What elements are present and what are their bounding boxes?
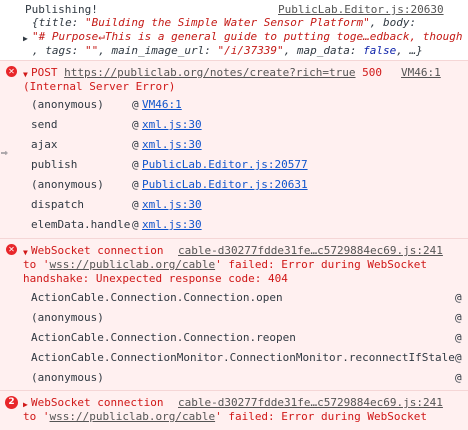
stack-at[interactable]: @ .	[455, 330, 468, 345]
stack-fn: dispatch	[31, 198, 84, 211]
stack-source-link[interactable]: xml.js:30	[142, 217, 202, 232]
stack-source-link[interactable]: xml.js:30	[142, 117, 202, 132]
stack-at[interactable]: @ .	[455, 350, 468, 365]
stack-fn: (anonymous)	[31, 371, 104, 384]
post-error-entry: ✕ ▼ POST https://publiclab.org/notes/cre…	[0, 60, 468, 239]
post-error-source-link[interactable]: VM46:1	[401, 65, 441, 80]
stack-fn: send	[31, 118, 58, 131]
stack-at: @	[132, 158, 139, 171]
stack-fn: (anonymous)	[31, 98, 104, 111]
stack-at: @	[132, 138, 139, 151]
ws-error-line2: to 'wss://publiclab.org/cable' failed: E…	[23, 410, 427, 423]
repeat-count-badge: 2	[5, 396, 18, 409]
stack-at: @	[132, 178, 139, 191]
expand-object-icon[interactable]: ▶	[23, 31, 28, 46]
stack-fn: elemData.handle	[31, 218, 131, 231]
stack-source-link[interactable]: xml.js:30	[142, 197, 202, 212]
stack-fn: ActionCable.Connection.Connection.reopen	[31, 331, 296, 344]
stack-at: @	[132, 118, 139, 131]
ws-error-line3: handshake: Unexpected response code: 404	[23, 272, 288, 285]
stack-at[interactable]: @ .	[455, 290, 468, 305]
post-error-headline: POST https://publiclab.org/notes/create?…	[31, 66, 383, 79]
post-error-status-text: (Internal Server Error)	[23, 80, 176, 93]
stack-at[interactable]: @ .	[455, 310, 468, 325]
row-pointer-icon: ⇨	[1, 146, 8, 159]
stack-source-link[interactable]: PublicLab.Editor.js:20577	[142, 157, 308, 172]
stack-fn: publish	[31, 158, 78, 171]
stack-fn: (anonymous)	[31, 311, 104, 324]
ws-error-headline: WebSocket connection	[31, 244, 164, 257]
stack-fn: ActionCable.Connection.Connection.open	[31, 291, 283, 304]
post-url-link[interactable]: https://publiclab.org/notes/create?rich=…	[64, 66, 355, 79]
log-object-line1: {title: "Building the Simple Water Senso…	[32, 16, 417, 29]
log-object-line3: , tags: "", main_image_url: "/i/37339", …	[32, 44, 423, 57]
ws-error-entry: ✕ ▼ WebSocket connection cable-d30277fdd…	[0, 238, 468, 391]
ws-error-repeat-entry: 2 ▶ WebSocket connection cable-d30277fdd…	[0, 390, 468, 430]
stack-source-link[interactable]: PublicLab.Editor.js:20631	[142, 177, 308, 192]
stack-fn: ajax	[31, 138, 58, 151]
stack-at[interactable]: @ .	[455, 370, 468, 385]
ws-url-link[interactable]: wss://publiclab.org/cable	[50, 258, 216, 271]
ws-error-line2: to 'wss://publiclab.org/cable' failed: E…	[23, 258, 427, 271]
stack-at: @	[132, 198, 139, 211]
error-icon: ✕	[6, 244, 17, 255]
ws-error-headline: WebSocket connection	[31, 396, 164, 409]
stack-fn: (anonymous)	[31, 178, 104, 191]
stack-source-link[interactable]: VM46:1	[142, 97, 182, 112]
ws-error-source-link[interactable]: cable-d30277fdde31fe…c5729884ec69.js:241	[178, 243, 443, 258]
ws-error-source-link[interactable]: cable-d30277fdde31fe…c5729884ec69.js:241	[178, 395, 443, 410]
ws-url-link[interactable]: wss://publiclab.org/cable	[50, 410, 216, 423]
stack-source-link[interactable]: xml.js:30	[142, 137, 202, 152]
stack-fn: ActionCable.ConnectionMonitor.Connection…	[31, 351, 455, 364]
error-icon: ✕	[6, 66, 17, 77]
log-object-line2[interactable]: "# Purpose↵This is a general guide to pu…	[32, 29, 462, 44]
stack-at: @	[132, 98, 139, 111]
stack-at: @	[132, 218, 139, 231]
